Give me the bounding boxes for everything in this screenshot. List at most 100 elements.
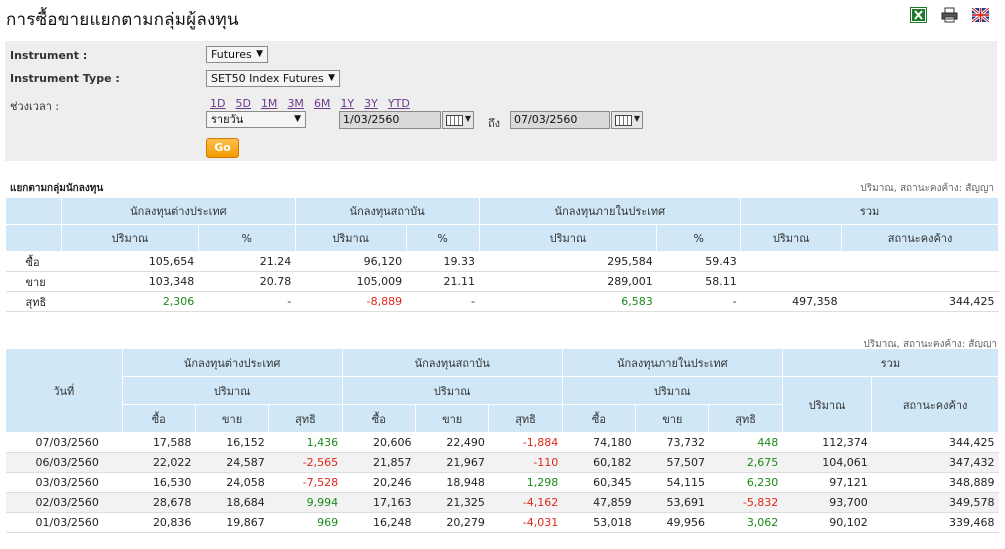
foreign-net: 9,994 [268, 492, 343, 513]
dropdown-arrow-icon: ▼ [464, 114, 471, 123]
local-volume: 289,001 [479, 271, 657, 292]
local-sell: 57,507 [635, 452, 709, 473]
total-volume: 112,374 [782, 432, 872, 453]
total-oi: 348,889 [871, 472, 999, 493]
period-6m[interactable]: 6M [314, 97, 331, 110]
date-cell: 03/03/2560 [5, 472, 123, 493]
daily-header-institution: นักลงทุนสถาบัน [341, 348, 563, 377]
total-oi: 344,425 [871, 432, 999, 453]
summary-header-blank [5, 197, 62, 225]
table-row: 02/03/2560 28,678 18,684 9,994 17,163 21,325-… [5, 492, 999, 513]
period-1m[interactable]: 1M [261, 97, 278, 110]
institution-pct: 21.11 [406, 271, 480, 292]
local-net: 3,062 [708, 512, 783, 533]
instrument-type-label: Instrument Type : [10, 72, 120, 85]
local-sell: 49,956 [635, 512, 709, 533]
daily-subheader-total-volume: ปริมาณ [781, 376, 873, 433]
date-cell: 01/03/2560 [5, 512, 123, 533]
foreign-net: 969 [268, 512, 343, 533]
period-1d[interactable]: 1D [210, 97, 225, 110]
table-row: สุทธิ 2,306 - -8,889 - 6,583 - 497,358 3… [5, 291, 999, 312]
from-date-input[interactable]: 1/03/2560 [339, 111, 441, 129]
daily-col-local-sell: ขาย [635, 404, 710, 433]
institution-buy: 20,606 [342, 432, 416, 453]
uk-flag-icon[interactable] [972, 7, 989, 23]
toolbar-icons [910, 7, 989, 23]
summary-header-local: นักลงทุนภายในประเทศ [478, 197, 742, 225]
daily-header-foreign: นักลงทุนต่างประเทศ [121, 348, 343, 377]
institution-net: -4,031 [488, 512, 563, 533]
summary-header-foreign: นักลงทุนต่างประเทศ [60, 197, 296, 225]
foreign-sell: 19,867 [195, 512, 269, 533]
daily-col-institution-buy: ซื้อ [341, 404, 417, 433]
go-button[interactable]: Go [206, 138, 239, 158]
frequency-select-value: รายวัน [211, 113, 244, 126]
date-cell: 02/03/2560 [5, 492, 123, 513]
institution-buy: 16,248 [342, 512, 416, 533]
institution-buy: 21,857 [342, 452, 416, 473]
institution-net: -110 [488, 452, 563, 473]
foreign-buy: 16,530 [122, 472, 196, 493]
table-row: 01/03/2560 20,836 19,867 969 16,248 20,279 -4,… [5, 512, 999, 533]
institution-pct: 19.33 [406, 251, 480, 272]
dropdown-arrow-icon: ▼ [633, 114, 640, 123]
foreign-sell: 24,587 [195, 452, 269, 473]
institution-net: -1,884 [488, 432, 563, 453]
daily-header-total: รวม [781, 348, 1000, 377]
to-date-input[interactable]: 07/03/2560 [510, 111, 610, 129]
period-5d[interactable]: 5D [235, 97, 250, 110]
filter-panel: Instrument : Futures ▼ Instrument Type :… [5, 41, 997, 161]
summary-subheader-institution-volume: ปริมาณ [294, 224, 407, 252]
period-3m[interactable]: 3M [287, 97, 304, 110]
summary-subheader-total-volume: ปริมาณ [740, 224, 843, 252]
local-buy: 60,345 [562, 472, 636, 493]
summary-subheader-local-pct: % [656, 224, 742, 252]
frequency-select[interactable]: รายวัน ▼ [206, 111, 306, 128]
local-buy: 74,180 [562, 432, 636, 453]
local-sell: 54,115 [635, 472, 709, 493]
daily-col-local-net: สุทธิ [708, 404, 783, 433]
foreign-buy: 28,678 [122, 492, 196, 513]
local-volume: 6,583 [479, 291, 657, 312]
excel-icon[interactable] [910, 7, 927, 23]
instrument-select[interactable]: Futures ▼ [206, 46, 268, 63]
period-ytd[interactable]: YTD [388, 97, 410, 110]
foreign-volume: 105,654 [61, 251, 199, 272]
table-row: ขาย 103,348 20.78 105,009 21.11 289,001 … [5, 271, 999, 292]
local-net: 448 [708, 432, 783, 453]
local-sell: 53,691 [635, 492, 709, 513]
dropdown-arrow-icon: ▼ [256, 49, 263, 59]
instrument-type-select[interactable]: SET50 Index Futures ▼ [206, 70, 340, 87]
total-oi: 344,425 [841, 291, 999, 312]
daily-col-institution-sell: ขาย [415, 404, 490, 433]
period-3y[interactable]: 3Y [364, 97, 378, 110]
table-row: 03/03/2560 16,530 24,058 -7,528 20,246 18,948… [5, 472, 999, 493]
institution-sell: 18,948 [415, 472, 489, 493]
local-pct: - [656, 291, 741, 312]
local-buy: 60,182 [562, 452, 636, 473]
row-label: ซื้อ [5, 251, 62, 272]
daily-header-local: นักลงทุนภายในประเทศ [561, 348, 783, 377]
to-date-calendar-button[interactable]: ▼ [611, 111, 643, 129]
from-date-calendar-button[interactable]: ▼ [442, 111, 474, 129]
daily-subheader-local-volume: ปริมาณ [561, 376, 783, 405]
institution-buy: 20,246 [342, 472, 416, 493]
institution-net: -4,162 [488, 492, 563, 513]
period-1y[interactable]: 1Y [340, 97, 354, 110]
institution-buy: 17,163 [342, 492, 416, 513]
foreign-sell: 16,152 [195, 432, 269, 453]
institution-pct: - [406, 291, 480, 312]
total-oi [841, 251, 999, 272]
daily-col-institution-net: สุทธิ [488, 404, 563, 433]
institution-volume: 105,009 [295, 271, 407, 292]
total-volume [740, 271, 842, 292]
summary-header-total: รวม [740, 197, 999, 225]
summary-subheader-foreign-pct: % [197, 224, 296, 252]
print-icon[interactable] [941, 7, 958, 23]
institution-sell: 21,967 [415, 452, 489, 473]
daily-subheader-institution-volume: ปริมาณ [341, 376, 563, 405]
total-oi: 339,468 [871, 512, 999, 533]
foreign-net: -7,528 [268, 472, 343, 493]
page-title: การซื้อขายแยกตามกลุ่มผู้ลงทุน [6, 10, 239, 30]
local-buy: 53,018 [562, 512, 636, 533]
